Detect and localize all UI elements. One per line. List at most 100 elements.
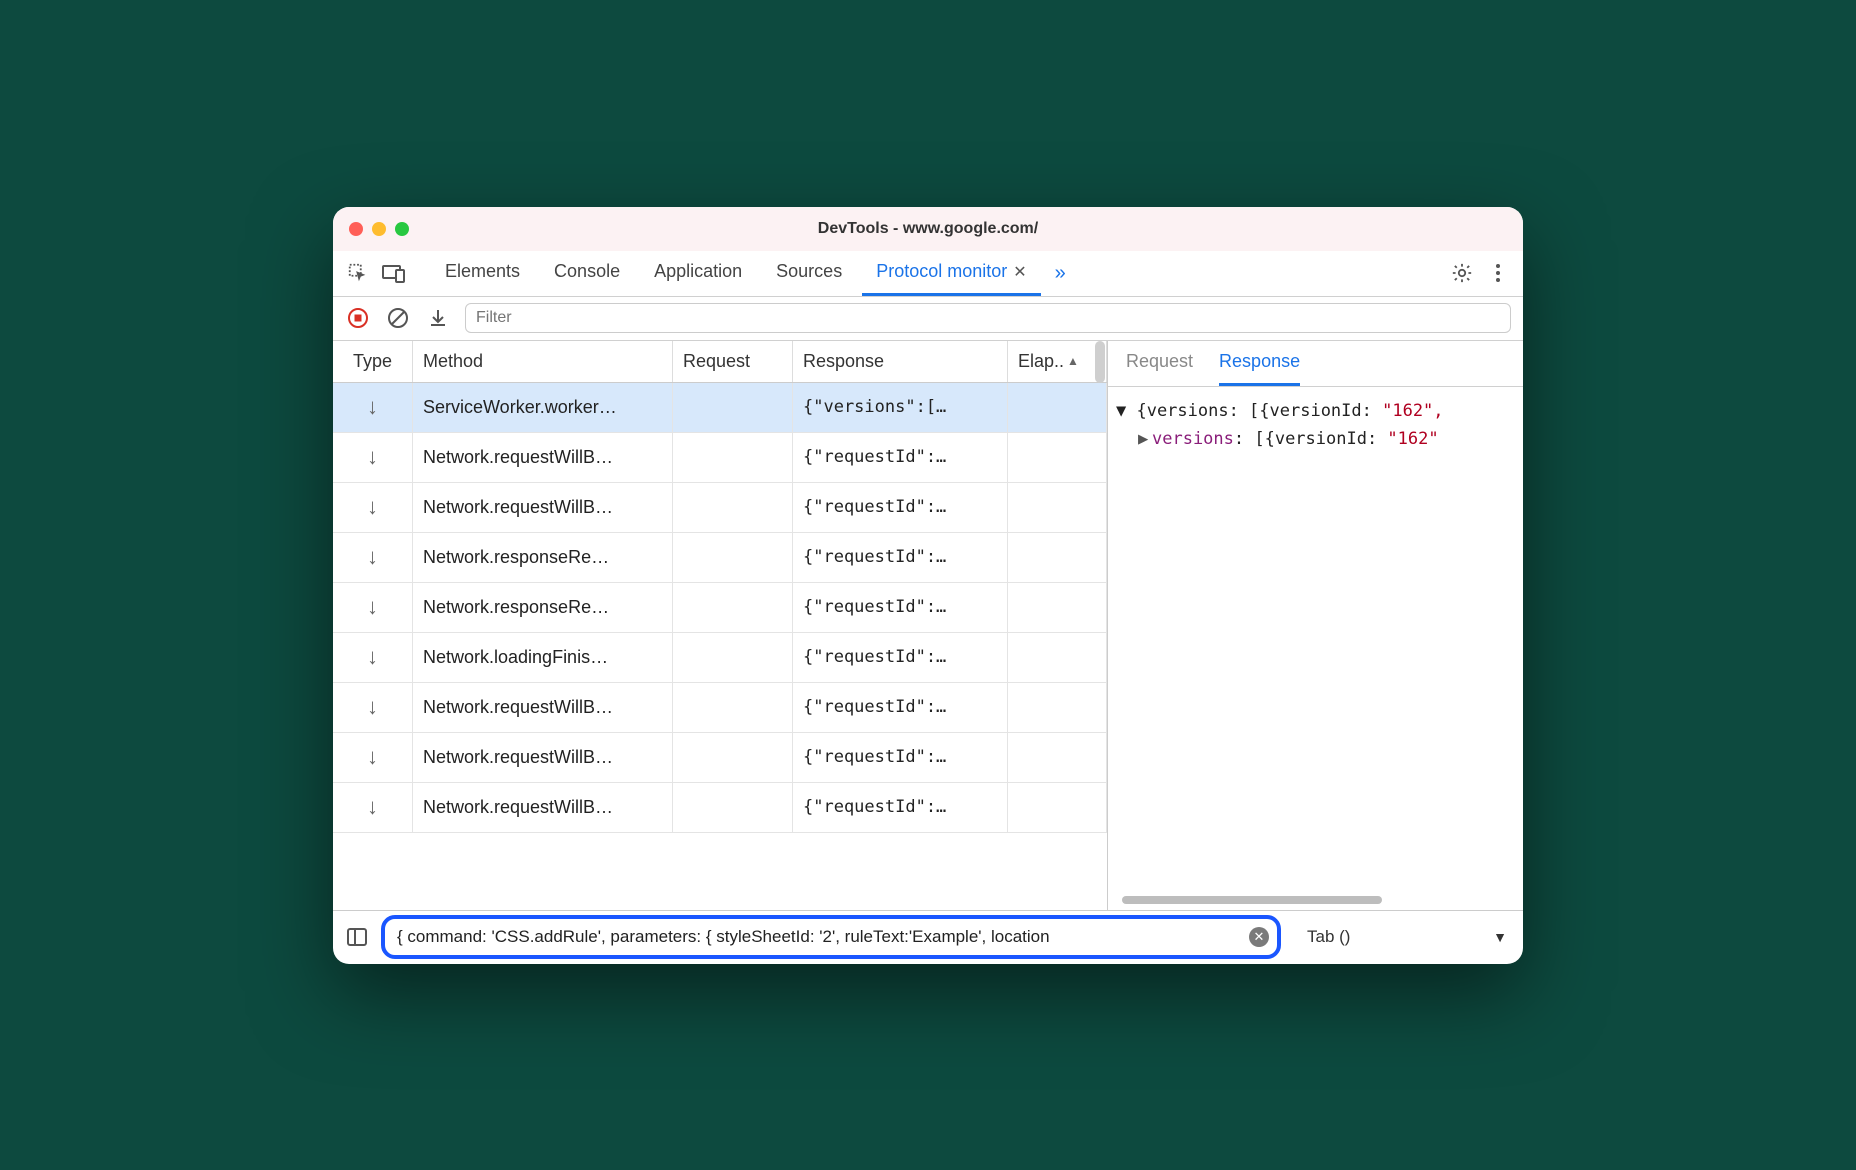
arrow-down-icon: ↓: [367, 644, 378, 670]
tree-text: : [{versionId:: [1234, 429, 1388, 449]
cell-method: Network.responseRe…: [413, 533, 673, 582]
panel-tabs: Elements Console Application Sources Pro…: [333, 251, 1523, 297]
tree-value: "162": [1387, 429, 1438, 449]
tab-label: Sources: [776, 261, 842, 282]
cell-elapsed: [1008, 583, 1107, 632]
cell-response: {"requestId":…: [793, 733, 1008, 782]
cell-response: {"requestId":…: [793, 533, 1008, 582]
cell-type: ↓: [333, 683, 413, 732]
col-header-elapsed[interactable]: Elap..▲: [1008, 341, 1107, 382]
cell-request: [673, 583, 793, 632]
cell-method: Network.requestWillB…: [413, 683, 673, 732]
table-row[interactable]: ↓ Network.responseRe… {"requestId":…: [333, 583, 1107, 633]
close-window-button[interactable]: [349, 222, 363, 236]
table-row[interactable]: ↓Network.requestWillB…{"requestId":…: [333, 483, 1107, 533]
cell-elapsed: [1008, 383, 1107, 432]
tab-console[interactable]: Console: [540, 250, 634, 296]
cell-method: ServiceWorker.worker…: [413, 383, 673, 432]
tab-label: Console: [554, 261, 620, 282]
chevron-down-icon[interactable]: ▼: [1493, 929, 1507, 945]
main-split: Type Method Request Response Elap..▲ ↓ Se…: [333, 341, 1523, 910]
arrow-down-icon: ↓: [367, 594, 378, 620]
tab-sources[interactable]: Sources: [762, 250, 856, 296]
col-header-method[interactable]: Method: [413, 341, 673, 382]
close-tab-icon[interactable]: ✕: [1013, 262, 1026, 282]
cell-request: [673, 733, 793, 782]
cell-type: ↓: [333, 733, 413, 782]
arrow-down-icon: ↓: [367, 694, 378, 720]
command-input-wrap: { command: 'CSS.addRule', parameters: { …: [381, 915, 1281, 959]
bottom-bar: { command: 'CSS.addRule', parameters: { …: [333, 910, 1523, 964]
cell-request: [673, 783, 793, 832]
tab-application[interactable]: Application: [640, 250, 756, 296]
arrow-down-icon: ↓: [367, 394, 378, 420]
window-title: DevTools - www.google.com/: [333, 220, 1523, 238]
cell-elapsed: [1008, 483, 1107, 532]
protocol-toolbar: [333, 297, 1523, 341]
table-row[interactable]: ↓Network.requestWillB…{"requestId":…: [333, 783, 1107, 833]
arrow-down-icon: ↓: [367, 794, 378, 820]
cell-request: [673, 533, 793, 582]
table-row[interactable]: ↓Network.loadingFinis…{"requestId":…: [333, 633, 1107, 683]
cell-type: ↓: [333, 533, 413, 582]
cell-elapsed: [1008, 733, 1107, 782]
cell-elapsed: [1008, 683, 1107, 732]
detail-tab-request[interactable]: Request: [1126, 341, 1193, 386]
cell-type: ↓: [333, 633, 413, 682]
clear-button[interactable]: [385, 305, 411, 331]
col-header-request[interactable]: Request: [673, 341, 793, 382]
table-row[interactable]: ↓ Network.requestWillB… {"requestId":…: [333, 683, 1107, 733]
arrow-down-icon: ↓: [367, 494, 378, 520]
tab-label: Protocol monitor: [876, 261, 1007, 282]
cell-method: Network.responseRe…: [413, 583, 673, 632]
cell-response: {"requestId":…: [793, 583, 1008, 632]
table-row[interactable]: ↓ ServiceWorker.worker… {"versions":[…: [333, 383, 1107, 433]
cell-response: {"requestId":…: [793, 683, 1008, 732]
record-button[interactable]: [345, 305, 371, 331]
cell-request: [673, 683, 793, 732]
col-header-response[interactable]: Response: [793, 341, 1008, 382]
save-download-icon[interactable]: [425, 305, 451, 331]
tree-row[interactable]: ▶ versions: [{versionId: "162": [1116, 425, 1515, 453]
toggle-drawer-icon[interactable]: [343, 923, 371, 951]
tab-label: Application: [654, 261, 742, 282]
arrow-down-icon: ↓: [367, 544, 378, 570]
cell-type: ↓: [333, 383, 413, 432]
cell-method: Network.requestWillB…: [413, 483, 673, 532]
settings-gear-icon[interactable]: [1447, 258, 1477, 288]
cell-response: {"requestId":…: [793, 633, 1008, 682]
table-row[interactable]: ↓Network.requestWillB…{"requestId":…: [333, 733, 1107, 783]
cell-type: ↓: [333, 783, 413, 832]
tab-elements[interactable]: Elements: [431, 250, 534, 296]
more-tabs-button[interactable]: »: [1047, 262, 1074, 285]
tab-label: Elements: [445, 261, 520, 282]
arrow-down-icon: ↓: [367, 744, 378, 770]
horizontal-scrollbar[interactable]: [1122, 896, 1382, 904]
cell-elapsed: [1008, 433, 1107, 482]
detail-tab-label: Response: [1219, 351, 1300, 372]
tab-protocol-monitor[interactable]: Protocol monitor ✕: [862, 250, 1040, 296]
cell-response: {"requestId":…: [793, 433, 1008, 482]
tree-row[interactable]: ▼ {versions: [{versionId: "162",: [1116, 397, 1515, 425]
table-header: Type Method Request Response Elap..▲: [333, 341, 1107, 383]
chevron-right-icon[interactable]: ▶: [1138, 425, 1152, 453]
inspect-element-icon[interactable]: [343, 258, 373, 288]
cell-response: {"versions":[…: [793, 383, 1008, 432]
filter-input[interactable]: [465, 303, 1511, 333]
maximize-window-button[interactable]: [395, 222, 409, 236]
titlebar: DevTools - www.google.com/: [333, 207, 1523, 251]
cell-elapsed: [1008, 783, 1107, 832]
command-input[interactable]: { command: 'CSS.addRule', parameters: { …: [397, 927, 1249, 947]
clear-input-icon[interactable]: ✕: [1249, 927, 1269, 947]
scrollbar-thumb[interactable]: [1095, 341, 1105, 383]
cell-type: ↓: [333, 483, 413, 532]
detail-tab-response[interactable]: Response: [1219, 341, 1300, 386]
col-header-type[interactable]: Type: [333, 341, 413, 382]
table-row[interactable]: ↓Network.requestWillB…{"requestId":…: [333, 433, 1107, 483]
kebab-menu-icon[interactable]: [1483, 258, 1513, 288]
table-row[interactable]: ↓ Network.responseRe… {"requestId":…: [333, 533, 1107, 583]
cell-request: [673, 433, 793, 482]
device-toolbar-icon[interactable]: [379, 258, 409, 288]
minimize-window-button[interactable]: [372, 222, 386, 236]
drawer-tab-label[interactable]: Tab (): [1307, 927, 1350, 947]
